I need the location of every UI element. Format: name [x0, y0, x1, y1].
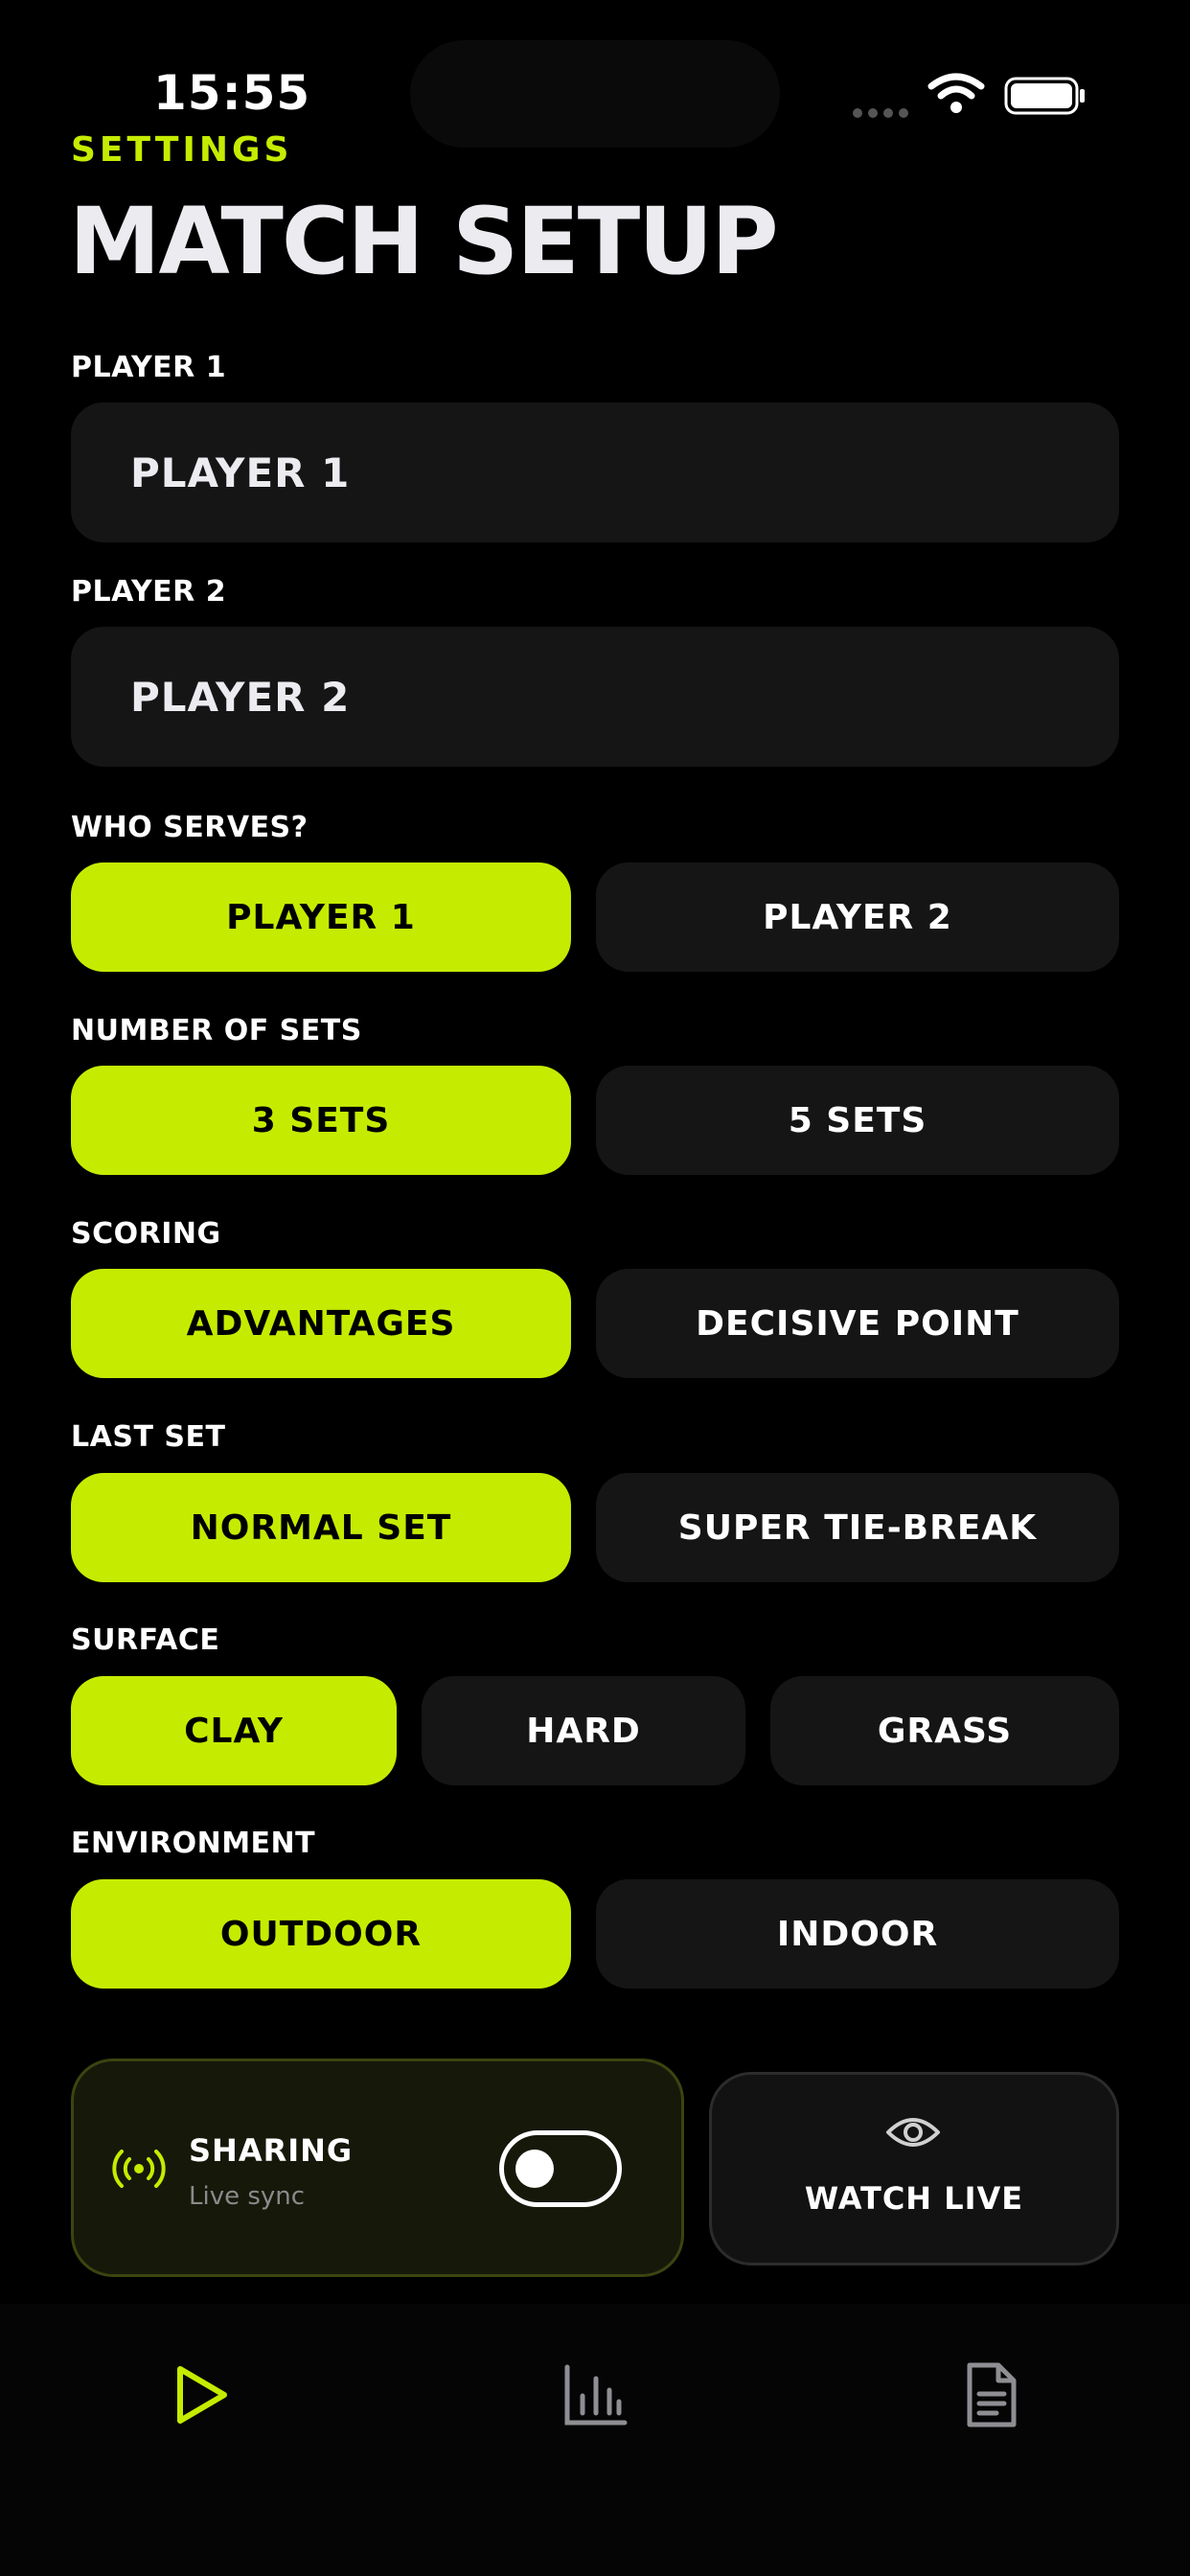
broadcast-icon	[112, 2150, 166, 2188]
player1-label: PLAYER 1	[71, 351, 227, 384]
watch-live-button[interactable]: WATCH LIVE	[709, 2072, 1119, 2266]
player1-name-field[interactable]: PLAYER 1	[71, 402, 1119, 542]
player2-label: PLAYER 2	[71, 575, 227, 609]
environment-option-indoor[interactable]: INDOOR	[596, 1879, 1119, 1989]
tab-play[interactable]	[148, 2342, 253, 2448]
number-of-sets-label: NUMBER OF SETS	[71, 1014, 362, 1047]
sharing-card: SHARING Live sync	[71, 2058, 684, 2277]
play-icon	[177, 2366, 227, 2424]
scoring-label: SCORING	[71, 1217, 221, 1251]
document-icon	[967, 2362, 1017, 2427]
tab-stats[interactable]	[542, 2342, 648, 2448]
serve-option-player1[interactable]: PLAYER 1	[71, 862, 571, 972]
surface-label: SURFACE	[71, 1623, 220, 1657]
last-set-label: LAST SET	[71, 1420, 226, 1454]
wifi-icon	[927, 73, 985, 113]
player2-name-field[interactable]: PLAYER 2	[71, 627, 1119, 767]
tab-bar	[0, 2304, 1190, 2576]
page-title: MATCH SETUP	[69, 188, 779, 295]
tab-report[interactable]	[939, 2342, 1044, 2448]
last-set-option-normal[interactable]: NORMAL SET	[71, 1473, 571, 1582]
dynamic-island	[410, 40, 780, 148]
scoring-option-advantages[interactable]: ADVANTAGES	[71, 1269, 571, 1378]
scoring-option-decisive-point[interactable]: DECISIVE POINT	[596, 1269, 1119, 1378]
sets-option-5[interactable]: 5 SETS	[596, 1066, 1119, 1175]
surface-option-grass[interactable]: GRASS	[770, 1676, 1119, 1785]
serve-option-player2[interactable]: PLAYER 2	[596, 862, 1119, 972]
who-serves-label: WHO SERVES?	[71, 811, 309, 844]
eye-icon	[886, 2118, 940, 2147]
section-eyebrow: SETTINGS	[71, 130, 293, 170]
environment-option-outdoor[interactable]: OUTDOOR	[71, 1879, 571, 1989]
watch-live-label: WATCH LIVE	[804, 2180, 1024, 2217]
status-time: 15:55	[153, 65, 311, 121]
sharing-subtitle: Live sync	[189, 2182, 306, 2211]
surface-option-hard[interactable]: HARD	[422, 1676, 745, 1785]
bar-chart-icon	[564, 2364, 628, 2426]
signal-dots-icon	[853, 104, 914, 122]
environment-label: ENVIRONMENT	[71, 1827, 316, 1860]
sharing-title: SHARING	[189, 2132, 354, 2169]
battery-icon	[1004, 77, 1085, 115]
toggle-knob	[515, 2150, 554, 2188]
sharing-toggle[interactable]	[499, 2130, 622, 2207]
sets-option-3[interactable]: 3 SETS	[71, 1066, 571, 1175]
last-set-option-super-tiebreak[interactable]: SUPER TIE-BREAK	[596, 1473, 1119, 1582]
surface-option-clay[interactable]: CLAY	[71, 1676, 397, 1785]
